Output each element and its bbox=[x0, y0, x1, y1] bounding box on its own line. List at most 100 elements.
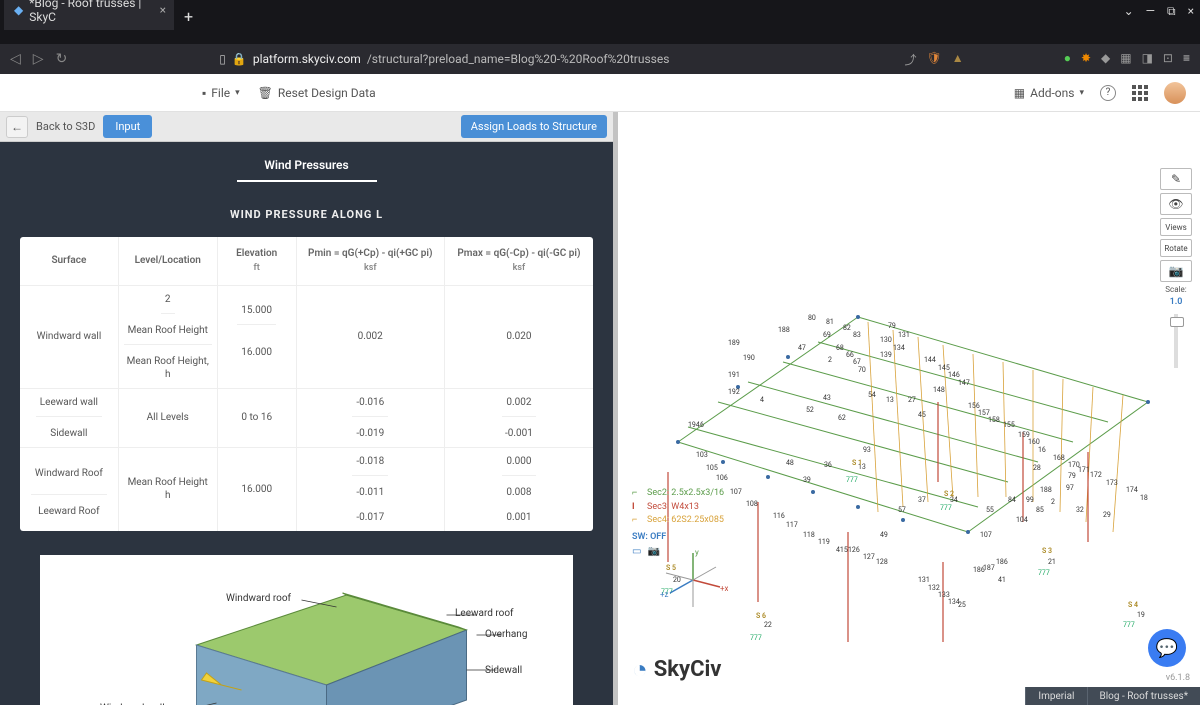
svg-text:415: 415 bbox=[836, 546, 848, 554]
svg-text:68: 68 bbox=[836, 344, 844, 352]
svg-text:188: 188 bbox=[1040, 486, 1052, 494]
svg-text:49: 49 bbox=[880, 531, 888, 539]
svg-text:39: 39 bbox=[803, 476, 811, 484]
viewport-3d[interactable]: 189190 191192 4194 6103 105106 107108 18… bbox=[618, 112, 1200, 705]
hamburger-icon[interactable]: ≡ bbox=[1183, 51, 1190, 68]
ext-icon[interactable]: ◆ bbox=[1101, 51, 1110, 68]
browser-tab[interactable]: ◆ *Blog - Roof trusses | SkyC × bbox=[4, 0, 174, 30]
scale-label: Scale: bbox=[1165, 285, 1186, 294]
sidebar-icon[interactable]: ◨ bbox=[1142, 51, 1153, 68]
left-panel: ← Back to S3D Input Assign Loads to Stru… bbox=[0, 112, 613, 705]
svg-text:103: 103 bbox=[696, 451, 708, 459]
maximize-icon[interactable]: ⧉ bbox=[1167, 4, 1176, 19]
view-cam-icons[interactable]: ▭📷 bbox=[632, 546, 660, 557]
svg-text:S 4: S 4 bbox=[1128, 601, 1138, 609]
extension-icon[interactable]: ▲ bbox=[952, 51, 964, 68]
svg-text:190: 190 bbox=[743, 354, 755, 362]
svg-text:171: 171 bbox=[1078, 466, 1090, 474]
svg-text:127: 127 bbox=[863, 553, 875, 561]
chevron-down-icon: ▾ bbox=[1079, 88, 1084, 98]
ext-icon[interactable]: ● bbox=[1064, 51, 1071, 68]
svg-text:32: 32 bbox=[1076, 506, 1084, 514]
svg-text:777: 777 bbox=[1123, 621, 1135, 629]
visibility-tool[interactable]: 👁 bbox=[1160, 193, 1192, 215]
svg-text:81: 81 bbox=[826, 318, 834, 326]
units-cell[interactable]: Imperial bbox=[1025, 687, 1086, 705]
svg-text:43: 43 bbox=[823, 394, 831, 402]
bookmark-icon[interactable]: ▯ bbox=[219, 52, 226, 66]
svg-text:144: 144 bbox=[924, 356, 936, 364]
scale-value: 1.0 bbox=[1170, 297, 1183, 307]
svg-text:62: 62 bbox=[838, 414, 846, 422]
svg-text:82: 82 bbox=[843, 324, 851, 332]
svg-text:27: 27 bbox=[908, 396, 916, 404]
svg-text:147: 147 bbox=[958, 379, 970, 387]
svg-text:13: 13 bbox=[886, 396, 894, 404]
svg-text:4: 4 bbox=[760, 396, 764, 404]
assign-loads-button[interactable]: Assign Loads to Structure bbox=[461, 115, 607, 138]
svg-text:188: 188 bbox=[778, 326, 790, 334]
avatar[interactable] bbox=[1164, 82, 1186, 104]
help-icon[interactable]: ? bbox=[1100, 85, 1116, 101]
svg-text:93: 93 bbox=[863, 446, 871, 454]
svg-text:107: 107 bbox=[730, 488, 742, 496]
scale-slider[interactable] bbox=[1174, 314, 1178, 368]
chat-fab[interactable]: 💬 bbox=[1148, 629, 1186, 667]
svg-text:19: 19 bbox=[1137, 611, 1145, 619]
svg-text:777: 777 bbox=[1038, 569, 1050, 577]
file-menu[interactable]: ▪ File ▾ bbox=[202, 86, 240, 100]
close-tab-icon[interactable]: × bbox=[160, 3, 166, 17]
apps-grid-icon[interactable] bbox=[1132, 85, 1148, 101]
reset-design-button[interactable]: 🗑 Reset Design Data bbox=[258, 86, 376, 100]
svg-text:174: 174 bbox=[1126, 486, 1138, 494]
svg-text:80: 80 bbox=[808, 314, 816, 322]
sw-toggle[interactable]: SW: OFF bbox=[632, 532, 666, 542]
forward-icon[interactable]: ▷ bbox=[33, 51, 44, 67]
views-button[interactable]: Views bbox=[1160, 218, 1192, 236]
svg-text:79: 79 bbox=[1068, 472, 1076, 480]
new-tab-button[interactable]: + bbox=[174, 3, 203, 30]
svg-text:106: 106 bbox=[716, 474, 728, 482]
svg-text:S 2: S 2 bbox=[944, 490, 954, 498]
svg-text:47: 47 bbox=[798, 344, 806, 352]
brave-shield-icon[interactable]: 🛡 bbox=[927, 51, 942, 68]
svg-text:139: 139 bbox=[880, 351, 892, 359]
input-tab[interactable]: Input bbox=[103, 115, 152, 138]
svg-text:173: 173 bbox=[1106, 479, 1118, 487]
svg-text:116: 116 bbox=[773, 512, 785, 520]
svg-text:83: 83 bbox=[853, 331, 861, 339]
svg-text:67: 67 bbox=[853, 358, 861, 366]
trash-icon: 🗑 bbox=[258, 86, 273, 100]
back-arrow-button[interactable]: ← bbox=[6, 116, 28, 138]
chevron-down-icon[interactable]: ⌄ bbox=[1124, 4, 1134, 19]
svg-text:148: 148 bbox=[933, 386, 945, 394]
downloads-icon[interactable]: ⊡ bbox=[1163, 51, 1173, 68]
address-bar[interactable]: ▯ 🔒 platform.skyciv.com/structural?prelo… bbox=[79, 52, 892, 66]
back-icon[interactable]: ◁ bbox=[10, 51, 21, 67]
svg-text:2: 2 bbox=[828, 356, 832, 364]
svg-text:186: 186 bbox=[996, 558, 1008, 566]
rotate-button[interactable]: Rotate bbox=[1160, 239, 1192, 257]
project-cell[interactable]: Blog - Roof trusses* bbox=[1087, 687, 1200, 705]
addons-menu[interactable]: ▦ Add-ons ▾ bbox=[1014, 86, 1084, 100]
ext-icon[interactable]: ▦ bbox=[1120, 51, 1131, 68]
svg-text:28: 28 bbox=[1033, 464, 1041, 472]
house-diagram: Windward roof Leeward roof Overhang Side… bbox=[40, 555, 573, 705]
svg-text:S 3: S 3 bbox=[1042, 547, 1052, 555]
svg-text:126: 126 bbox=[848, 546, 860, 554]
svg-text:29: 29 bbox=[1103, 511, 1111, 519]
close-window-icon[interactable]: × bbox=[1188, 4, 1194, 19]
share-icon[interactable]: ⤴ bbox=[905, 51, 917, 68]
tab-wind-pressures[interactable]: Wind Pressures bbox=[0, 142, 613, 180]
ext-icon[interactable]: ✸ bbox=[1081, 51, 1091, 68]
back-to-s3d-link[interactable]: Back to S3D bbox=[36, 120, 95, 133]
camera-tool[interactable]: 📷 bbox=[1160, 260, 1192, 282]
reload-icon[interactable]: ↻ bbox=[56, 51, 68, 67]
svg-text:777: 777 bbox=[940, 504, 952, 512]
lock-icon: 🔒 bbox=[232, 52, 247, 66]
edit-tool[interactable]: ✎ bbox=[1160, 168, 1192, 190]
axis-gizmo[interactable]: y +x +z bbox=[658, 545, 728, 615]
svg-text:128: 128 bbox=[876, 558, 888, 566]
panel-toolbar: ← Back to S3D Input Assign Loads to Stru… bbox=[0, 112, 613, 142]
minimize-icon[interactable]: — bbox=[1146, 4, 1155, 19]
